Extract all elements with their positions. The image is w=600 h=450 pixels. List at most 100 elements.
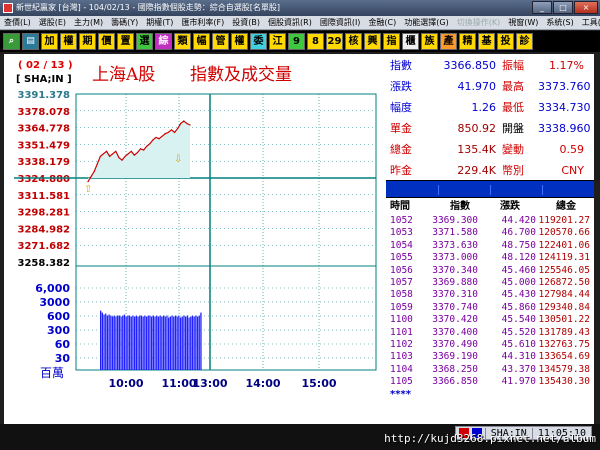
quote-label: 開盤 [502,122,524,135]
tick-row[interactable]: 1057 3369.880 45.000 126872.50 [386,277,594,289]
price-point [133,154,135,156]
toolbar-button[interactable]: 精 [459,33,476,50]
toolbar-button[interactable]: 權 [60,33,77,50]
menu-item[interactable]: 功能選擇(G) [400,16,452,29]
close-button[interactable]: × [574,1,598,14]
tick-cell: 45.460 [501,264,536,276]
price-point [115,150,117,152]
separator-tick [490,185,491,195]
menu-item[interactable]: 選股(E) [35,16,70,29]
volume-bar [135,315,137,370]
toolbar-button[interactable]: 類 [174,33,191,50]
tick-cell: 130501.22 [538,314,590,326]
volume-bar [101,312,103,370]
volume-bar [117,315,119,370]
toolbar-button[interactable]: 8 [307,33,324,50]
volume-bar [154,316,156,370]
menu-item[interactable]: 切換操作(K) [453,16,505,29]
toolbar-button[interactable]: 置 [117,33,134,50]
tick-cell: 135430.30 [538,376,590,388]
tick-row[interactable]: 1104 3368.250 43.370 134579.38 [386,364,594,376]
toolbar-button[interactable]: 族 [421,33,438,50]
watermark-url: http://kujd3268.pixnet.net/album [384,432,596,445]
toolbar-button[interactable]: 權 [231,33,248,50]
toolbar-button[interactable]: 投 [497,33,514,50]
tick-row[interactable]: 1102 3370.490 45.610 132763.75 [386,339,594,351]
tick-row[interactable]: 1053 3371.580 46.700 120570.66 [386,227,594,239]
menu-item[interactable]: 投資(B) [228,16,264,29]
menu-item[interactable]: 期權(T) [142,16,177,29]
menu-item[interactable]: 籌碼(Y) [107,16,142,29]
volume-bar [113,315,115,370]
search-icon[interactable]: ⌕ [3,33,20,50]
tick-cell: 127984.44 [538,289,590,301]
tick-cell: 126872.50 [538,277,590,288]
volume-bar [152,315,154,370]
volume-tick-label: 6,000 [35,282,70,295]
toolbar-button[interactable]: 價 [98,33,115,50]
tick-row[interactable]: 1101 3370.400 45.520 131789.43 [386,327,594,339]
quote-label: 漲跌 [390,80,412,93]
quote-value: 0.59 [559,143,585,156]
menu-item[interactable]: 工具(T) [578,16,600,29]
menu-item[interactable]: 金融(C) [364,16,400,29]
toolbar-button[interactable]: 幅 [193,33,210,50]
volume-bar [147,315,149,370]
toolbar-button[interactable]: 基 [478,33,495,50]
tick-row[interactable]: 1103 3369.190 44.310 133654.69 [386,351,594,363]
maximize-button[interactable]: □ [553,1,573,14]
price-point [186,122,188,125]
toolbar-button[interactable]: 管 [212,33,229,50]
tick-cell: 3370.490 [432,339,478,350]
document-icon[interactable]: ▤ [22,33,39,50]
high-marker-icon: ⇩ [174,154,182,165]
menu-item[interactable]: 個股資訊(R) [264,16,316,29]
toolbar-button[interactable]: 選 [136,33,153,50]
tick-row[interactable]: 1056 3370.340 45.460 125546.05 [386,265,594,277]
tick-cell: 44.310 [501,351,536,363]
toolbar-button[interactable]: 櫃 [402,33,419,50]
toolbar-button[interactable]: 9 [288,33,305,50]
toolbar-button[interactable]: 產 [440,33,457,50]
menu-item[interactable]: 視窗(W) [504,16,542,29]
volume-bar [169,316,171,370]
toolbar-button[interactable]: 指 [383,33,400,50]
quote-value: 3373.760 [538,80,591,93]
quote-label: 變動 [502,143,524,156]
menu-item[interactable]: 國際資訊(I) [316,16,365,29]
tick-row[interactable]: 1055 3373.000 48.120 124119.31 [386,252,594,264]
toolbar-button[interactable]: 興 [364,33,381,50]
tick-row[interactable]: 1054 3373.630 48.750 122401.06 [386,240,594,252]
volume-bar [198,315,200,370]
intraday-chart-area: 3391.378 3378.078 3364.778 3351.479 3338.179… [4,54,384,424]
tick-cell: 3373.000 [432,252,478,264]
toolbar-button[interactable]: 診 [516,33,533,50]
tick-cell: 1100 [390,314,413,326]
volume-bar [200,312,202,370]
minimize-button[interactable]: _ [532,1,552,14]
toolbar-button[interactable]: 委 [250,33,267,50]
tick-row[interactable]: 1105 3366.850 41.970 135430.30 [386,376,594,388]
menu-item[interactable]: 主力(M) [70,16,107,29]
toolbar-button[interactable]: 江 [269,33,286,50]
tick-cell: 3371.580 [432,227,478,239]
tick-row[interactable]: 1058 3370.310 45.430 127984.44 [386,289,594,301]
menu-item[interactable]: 匯市利率(F) [177,16,228,29]
toolbar-button[interactable]: 核 [345,33,362,50]
tick-cell: 45.610 [501,339,536,350]
tick-row[interactable]: 1052 3369.300 44.420 119201.27 [386,215,594,227]
x-tick-label: 15:00 [301,377,336,390]
toolbar-button[interactable]: 29 [326,33,343,50]
toolbar-button[interactable]: 期 [79,33,96,50]
volume-bar [178,315,180,370]
tick-row[interactable]: 1100 3370.420 45.540 130501.22 [386,314,594,326]
toolbar-button[interactable]: 綜 [155,33,172,50]
volume-bar [142,316,144,370]
menu-item[interactable]: 查價(L) [0,16,35,29]
tick-row[interactable]: 1059 3370.740 45.860 129340.84 [386,302,594,314]
low-marker-icon: ⇧ [84,184,92,195]
quote-label: 單金 [390,122,412,135]
toolbar-button[interactable]: 加 [41,33,58,50]
volume-bar [106,315,109,370]
menu-item[interactable]: 系統(S) [542,16,577,29]
